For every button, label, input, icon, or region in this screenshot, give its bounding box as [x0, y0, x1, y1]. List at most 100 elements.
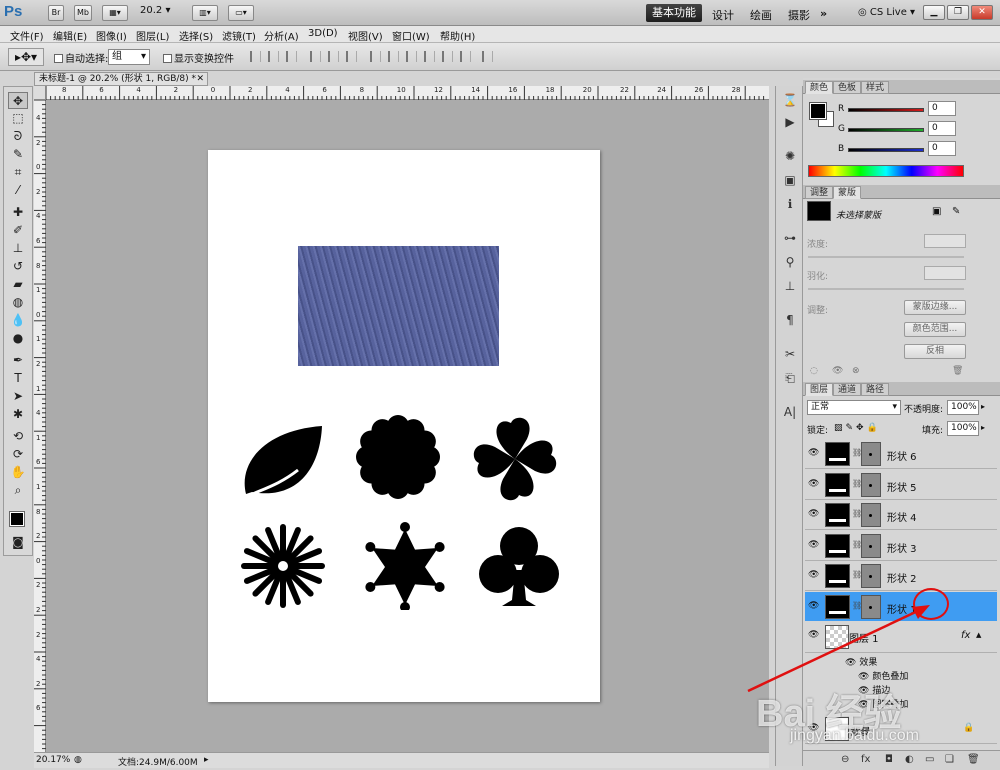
feather-slider[interactable]	[808, 288, 964, 290]
density-slider[interactable]	[808, 256, 964, 258]
menu-image[interactable]: 图像(I)	[96, 28, 127, 43]
layer-row[interactable]: 👁 ⛓ 形状 4	[805, 500, 997, 530]
delete-layer-icon[interactable]: 🗑	[967, 754, 980, 765]
tab-swatches[interactable]: 色板	[833, 81, 862, 94]
close-document-icon[interactable]: ✕	[196, 73, 204, 85]
tab-masks[interactable]: 蒙版	[833, 186, 862, 199]
layer-row[interactable]: 👁 ⛓ 形状 3	[805, 530, 997, 561]
delete-mask-icon[interactable]: 🗑	[952, 366, 963, 376]
vertical-ruler[interactable]: 4202468101214161820222426	[34, 100, 46, 752]
tab-color[interactable]: 颜色	[805, 81, 834, 94]
hand-tool-icon[interactable]: ✋	[8, 464, 28, 481]
eye-icon[interactable]: 👁	[808, 479, 819, 489]
auto-select-target-select[interactable]: 组 ▾	[108, 49, 150, 65]
align-top-icon[interactable]	[250, 51, 261, 62]
tab-adjustments[interactable]: 调整	[805, 186, 834, 199]
menu-file[interactable]: 文件(F)	[10, 28, 44, 43]
new-layer-icon[interactable]: ❏	[945, 754, 954, 765]
distribute-bottom-icon[interactable]	[406, 51, 417, 62]
quick-select-tool-icon[interactable]: ✎	[8, 146, 28, 163]
color-range-button[interactable]: 颜色范围...	[904, 322, 966, 337]
menu-view[interactable]: 视图(V)	[348, 28, 383, 43]
feather-input[interactable]	[924, 266, 966, 280]
color-panel-foreground-swatch[interactable]	[809, 102, 827, 120]
show-transform-check[interactable]	[163, 54, 172, 63]
crop-tool-icon[interactable]: ⌗	[8, 164, 28, 181]
layer-row[interactable]: 👁 ⛓ 形状 6	[805, 439, 997, 469]
flower-shape[interactable]	[353, 412, 443, 502]
channel-g-input[interactable]: 0	[928, 121, 956, 136]
brushes-panel-icon[interactable]: ✺	[781, 148, 799, 165]
move-tool-preset-icon[interactable]: ▸✥▾	[8, 48, 44, 66]
actions-panel-icon[interactable]: ▶	[781, 114, 799, 131]
menu-3d[interactable]: 3D(D)	[308, 28, 338, 39]
color-spectrum-bar[interactable]	[808, 165, 964, 177]
more-workspaces-button[interactable]: »	[820, 7, 827, 20]
fx-icon[interactable]: fx	[961, 630, 970, 641]
fill-input[interactable]: 100%	[947, 421, 979, 436]
close-icon[interactable]: ✕	[971, 5, 993, 20]
channel-r-slider[interactable]	[848, 108, 924, 112]
paragraph-panel-icon[interactable]: ¶	[781, 312, 799, 329]
density-input[interactable]	[924, 234, 966, 248]
layer-comps-panel-icon[interactable]: ⎗	[781, 370, 799, 387]
dodge-tool-icon[interactable]: ●	[8, 330, 28, 347]
bridge-icon[interactable]: Br	[48, 5, 64, 21]
menu-select[interactable]: 选择(S)	[179, 28, 213, 43]
layer-row[interactable]: 👁 ⛓ 形状 5	[805, 469, 997, 500]
expand-effects-icon[interactable]: ▲	[976, 631, 981, 639]
opacity-input[interactable]: 100%	[947, 400, 979, 415]
clone-source-panel-icon[interactable]: ⚲	[781, 254, 799, 271]
auto-align-icon[interactable]	[482, 51, 493, 62]
channel-g-slider[interactable]	[848, 128, 924, 132]
menu-layer[interactable]: 图层(L)	[136, 28, 169, 43]
status-arrow-icon[interactable]: ▸	[204, 755, 209, 765]
horizontal-ruler[interactable]: 8 6 4 2 0 2 4 6 8 10 12 14 16 18 20 22 24 26 28	[46, 86, 769, 100]
restore-icon[interactable]: ❐	[947, 5, 969, 20]
distribute-right-icon[interactable]	[460, 51, 471, 62]
navigator-panel-icon[interactable]: ✂	[781, 346, 799, 363]
sunburst-flower-shape[interactable]	[238, 521, 328, 611]
eye-icon[interactable]: 👁	[808, 448, 819, 458]
arrange-documents-icon[interactable]: ▥▾	[192, 5, 218, 21]
screen-mode-icon[interactable]: ▭▾	[228, 5, 254, 21]
distribute-vcenter-icon[interactable]	[388, 51, 399, 62]
move-tool-icon[interactable]: ✥	[8, 92, 28, 109]
healing-brush-tool-icon[interactable]: ✚	[8, 204, 28, 221]
channel-b-slider[interactable]	[848, 148, 924, 152]
clone-stamp-tool-icon[interactable]: ⊥	[8, 240, 28, 257]
new-adjustment-layer-icon[interactable]: ◐	[905, 754, 914, 765]
3d-panel-icon[interactable]: ▣	[781, 172, 799, 189]
tool-presets-panel-icon[interactable]: ⊥	[781, 278, 799, 295]
status-zoom-field[interactable]: 20.17%	[36, 755, 72, 765]
denim-pattern-rectangle[interactable]	[298, 246, 499, 366]
menu-analysis[interactable]: 分析(A)	[264, 28, 299, 43]
menu-help[interactable]: 帮助(H)	[440, 28, 475, 43]
link-layers-icon[interactable]: ⊖	[841, 754, 849, 765]
3d-rotate-tool-icon[interactable]: ⟲	[8, 428, 28, 445]
blend-mode-select[interactable]: 正常 ▾	[807, 400, 901, 415]
menu-window[interactable]: 窗口(W)	[392, 28, 430, 43]
history-brush-tool-icon[interactable]: ↺	[8, 258, 28, 275]
zoom-level-select[interactable]: 20.2 ▾	[140, 5, 170, 16]
foreground-color-swatch[interactable]	[9, 511, 25, 527]
leaf-shape[interactable]	[236, 422, 326, 512]
eye-icon[interactable]: 👁	[808, 509, 819, 519]
align-bottom-icon[interactable]	[286, 51, 297, 62]
channel-r-input[interactable]: 0	[928, 101, 956, 116]
workspace-painting-button[interactable]: 绘画	[750, 7, 772, 23]
opacity-slider-arrow-icon[interactable]: ▸	[981, 402, 985, 411]
character-panel-icon[interactable]: A|	[781, 404, 799, 421]
club-shape[interactable]	[474, 520, 564, 610]
paint-bucket-tool-icon[interactable]: ◍	[8, 294, 28, 311]
eye-icon[interactable]: 👁	[808, 570, 819, 580]
add-mask-icon[interactable]: ◘	[885, 754, 893, 765]
align-vcenter-icon[interactable]	[268, 51, 279, 62]
distribute-left-icon[interactable]	[424, 51, 435, 62]
workspace-design-button[interactable]: 设计	[712, 7, 734, 23]
status-info-icon[interactable]: ◍	[74, 755, 82, 765]
tab-channels[interactable]: 通道	[833, 383, 862, 396]
vector-mask-icon[interactable]: ✎	[952, 206, 960, 217]
eraser-tool-icon[interactable]: ▰	[8, 276, 28, 293]
distribute-top-icon[interactable]	[370, 51, 381, 62]
